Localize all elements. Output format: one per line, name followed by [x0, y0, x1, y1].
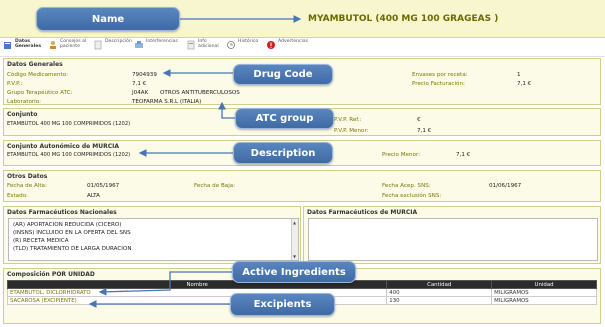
section-title: Conjunto Autonómico de MURCIA [7, 143, 120, 150]
billing-price-value: 7,1 € [517, 81, 532, 87]
product-title: MYAMBUTOL (400 MG 100 GRAGEAS ) [308, 14, 499, 24]
info-icon [186, 40, 196, 50]
column-header-unit[interactable]: Unidad [491, 280, 597, 289]
tab-warnings[interactable]: Advertencias [266, 39, 316, 56]
pvp-value: 7,1 € [132, 81, 147, 87]
tab-description[interactable]: Descripción [93, 39, 135, 56]
national-pharma-panel: Datos Farmacéuticos Nacionales (AR) APOR… [3, 206, 301, 264]
tab-label: Histórico [238, 39, 259, 44]
list-item: (TLD) TRATAMIENTO DE LARGA DURACION [13, 246, 132, 252]
sns-exclusion-label: Fecha exclusión SNS: [382, 193, 442, 199]
ingredient-unit: MILIGRAMOS [491, 288, 597, 297]
pvp-ref-label: P.V.P. Ref.: [334, 117, 362, 123]
precio-menor-value: 7,1 € [456, 152, 471, 158]
murcia-pharma-list[interactable] [308, 218, 598, 261]
section-title: Datos Farmacéuticos de MURCIA [307, 209, 418, 216]
callout-drug-code: Drug Code [233, 64, 333, 85]
general-data-icon [3, 40, 13, 50]
pvp-label: P.V.P.: [7, 81, 23, 87]
list-item: (R) RECETA MEDICA [13, 238, 69, 244]
tab-label: Descripción [105, 39, 132, 44]
sns-acceptance-value: 01/06/1967 [489, 183, 522, 189]
tab-label: Advertencias [278, 39, 308, 44]
tab-label: Consejos al paciente [60, 39, 87, 49]
interference-icon [134, 40, 144, 50]
pvp-ref-value: € [417, 117, 421, 123]
scroll-down-icon[interactable]: ▼ [293, 254, 296, 259]
list-item: (INSNS) INCLUIDO EN LA OFERTA DEL SNS [13, 230, 131, 236]
screen: MYAMBUTOL (400 MG 100 GRAGEAS ) Datos Ge… [0, 0, 605, 327]
scroll-up-icon[interactable]: ▲ [293, 220, 296, 225]
patient-advice-icon [48, 40, 58, 50]
pvp-menor-label: P.V.P. Menor: [334, 128, 369, 134]
tab-general-data[interactable]: Datos Generales [3, 39, 45, 56]
status-label: Estado: [7, 193, 28, 199]
murcia-pharma-panel: Datos Farmacéuticos de MURCIA [303, 206, 601, 264]
status-value: ALTA [87, 193, 100, 199]
conjunto-value: ETAMBUTOL 400 MG 100 COMPRIMIDOS (1202) [7, 121, 131, 127]
callout-active-ingredients: Active Ingredients [232, 261, 356, 283]
ingredient-unit: MILIGRAMOS [491, 296, 597, 305]
section-title: Datos Farmacéuticos Nacionales [7, 209, 117, 216]
other-data-panel: Otros Datos Fecha de Alta: 01/05/1967 Fe… [3, 170, 601, 202]
list-scrollbar[interactable]: ▲ ▼ [291, 219, 298, 260]
withdrawal-date-label: Fecha de Baja: [194, 183, 236, 189]
packages-label: Envases por receta: [412, 72, 468, 78]
tab-patient-advice[interactable]: Consejos al paciente [48, 39, 90, 56]
packages-value: 1 [517, 72, 521, 78]
callout-name: Name [36, 7, 180, 31]
tab-label: Datos Generales [15, 39, 42, 49]
laboratory-label: Laboratorio: [7, 99, 42, 105]
section-title: Conjunto [7, 111, 38, 118]
registration-date-label: Fecha de Alta: [7, 183, 47, 189]
drug-code-label: Código Medicamento: [7, 72, 68, 78]
tab-interferences[interactable]: Interferencias [134, 39, 186, 56]
tab-label: Interferencias [146, 39, 178, 44]
murcia-value: ETAMBUTOL 400 MG 100 COMPRIMIDOS (1202) [7, 152, 131, 158]
precio-menor-label: Precio Menor: [382, 152, 421, 158]
tab-additional-info[interactable]: Info adicional [186, 39, 224, 56]
tab-history[interactable]: Histórico [226, 39, 262, 56]
pvp-menor-value: 7,1 € [417, 128, 432, 134]
column-header-quantity[interactable]: Cantidad [386, 280, 493, 289]
warning-icon [266, 40, 276, 50]
section-title: Datos Generales [7, 61, 63, 68]
atc-label: Grupo Terapéutico ATC: [7, 90, 73, 96]
toolbar: Datos Generales Consejos al paciente Des… [0, 38, 605, 57]
drug-code-value: 7904939 [132, 72, 157, 78]
atc-description: OTROS ANTITUBERCULOSOS [160, 90, 240, 96]
history-icon [226, 40, 236, 50]
tab-label: Info adicional [198, 39, 219, 49]
billing-price-label: Precio Facturación: [412, 81, 465, 87]
ingredient-quantity: 400 [386, 288, 493, 297]
list-item: (AR) APORTACION REDUCIDA (CICERO) [13, 222, 122, 228]
description-icon [93, 40, 103, 50]
callout-excipients: Excipients [230, 293, 335, 316]
ingredient-quantity: 130 [386, 296, 493, 305]
national-pharma-list[interactable]: (AR) APORTACION REDUCIDA (CICERO) (INSNS… [8, 218, 299, 261]
sns-acceptance-label: Fecha Acep. SNS: [382, 183, 431, 189]
section-title: Composición POR UNIDAD [7, 271, 95, 278]
section-title: Otros Datos [7, 173, 48, 180]
callout-description: Description [233, 142, 333, 164]
atc-code: J04AK [132, 90, 149, 96]
registration-date-value: 01/05/1967 [87, 183, 120, 189]
callout-atc-group: ATC group [235, 108, 334, 129]
laboratory-value: TEOFARMA S.R.L (ITALIA) [132, 99, 202, 105]
